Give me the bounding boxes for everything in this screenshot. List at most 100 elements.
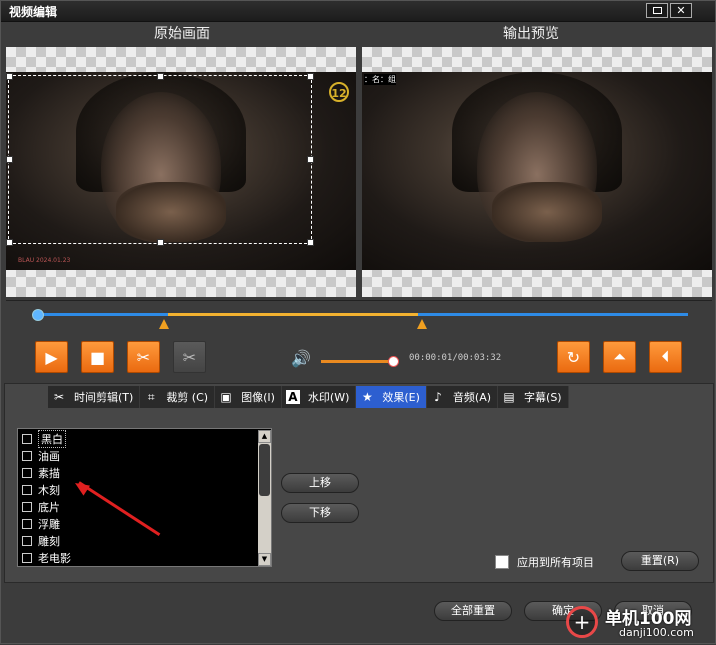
volume-icon[interactable]: 🔊: [291, 349, 311, 368]
effect-checkbox[interactable]: [22, 536, 32, 546]
output-video-hand: [492, 182, 602, 242]
crop-handle-t[interactable]: [157, 73, 164, 80]
crop-selection-box[interactable]: [6, 73, 314, 246]
output-video-frame: [362, 72, 712, 270]
flip-horizontal-icon: ⏶: [613, 347, 626, 366]
effect-label: 木刻: [38, 484, 60, 497]
volume-knob[interactable]: [388, 356, 399, 367]
split-button[interactable]: ✂: [173, 341, 206, 373]
tab-label: 水印(W): [307, 391, 350, 404]
flip-horizontal-button[interactable]: ⏶: [603, 341, 636, 373]
tab-effects[interactable]: ★ 效果(E): [356, 386, 427, 408]
move-down-button[interactable]: 下移: [281, 503, 359, 523]
tab-crop[interactable]: ⌗ 裁剪 (C): [140, 386, 216, 408]
stop-icon: ■: [89, 347, 106, 367]
crop-handle-b[interactable]: [157, 239, 164, 246]
list-item[interactable]: 木刻: [22, 482, 60, 498]
crop-handle-l[interactable]: [6, 156, 13, 163]
reset-all-button[interactable]: 全部重置: [434, 601, 512, 621]
close-icon: ✕: [676, 4, 686, 17]
output-preview: ：名：组: [362, 47, 712, 297]
tab-label: 音频(A): [452, 391, 492, 404]
volume-slider[interactable]: [321, 360, 393, 363]
move-up-button[interactable]: 上移: [281, 473, 359, 493]
flip-vertical-icon: ⏴: [661, 347, 670, 366]
effect-checkbox[interactable]: [22, 553, 32, 563]
list-item[interactable]: 油画: [22, 448, 60, 464]
maximize-button[interactable]: [646, 3, 668, 18]
effect-label: 黑白: [38, 430, 66, 448]
tab-time-clip[interactable]: ✂ 时间剪辑(T): [48, 386, 141, 408]
effects-scrollbar[interactable]: ▲ ▼: [258, 430, 271, 566]
tab-audio[interactable]: ♪ 音频(A): [427, 386, 499, 408]
effect-label: 雕刻: [38, 535, 60, 548]
tab-label: 图像(I): [241, 391, 275, 404]
reset-button[interactable]: 重置(R): [621, 551, 699, 571]
effect-label: 老电影: [38, 552, 71, 565]
list-item[interactable]: 老电影: [22, 550, 71, 566]
output-label: 输出预览: [503, 26, 559, 42]
play-icon: ▶: [45, 347, 58, 367]
list-item[interactable]: 浮雕: [22, 516, 60, 532]
scissors-disabled-icon: ✂: [182, 347, 197, 367]
watermark-icon: A: [285, 390, 300, 404]
effect-label: 油画: [38, 450, 60, 463]
timeline-selection[interactable]: [168, 313, 418, 316]
site-url: danji100.com: [619, 626, 694, 639]
rotate-button[interactable]: ↻: [557, 341, 590, 373]
stop-button[interactable]: ■: [81, 341, 114, 373]
apply-all-option[interactable]: 应用到所有项目: [495, 554, 594, 570]
flip-vertical-button[interactable]: ⏴: [649, 341, 682, 373]
star-icon: ★: [361, 390, 373, 404]
apply-all-checkbox[interactable]: [495, 555, 509, 569]
list-item[interactable]: 黑白: [22, 430, 66, 448]
apply-all-label: 应用到所有项目: [517, 556, 594, 569]
music-note-icon: ♪: [434, 390, 442, 404]
tab-image[interactable]: ▣ 图像(I): [215, 386, 282, 408]
crop-handle-br[interactable]: [307, 239, 314, 246]
plus-logo-icon: +: [566, 606, 598, 638]
divider: [6, 300, 712, 301]
window-title: 视频编辑: [9, 5, 58, 19]
original-label: 原始画面: [154, 26, 210, 42]
subtitle-icon: ▤: [503, 390, 515, 404]
crop-handle-bl[interactable]: [6, 239, 13, 246]
timecode: 00:00:01/00:03:32: [409, 353, 502, 363]
effect-checkbox[interactable]: [22, 434, 32, 444]
tab-label: 效果(E): [382, 391, 420, 404]
scroll-down-button[interactable]: ▼: [258, 553, 271, 566]
tab-label: 字幕(S): [524, 391, 562, 404]
tab-subtitle[interactable]: ▤ 字幕(S): [498, 386, 569, 408]
maximize-icon: [652, 7, 662, 14]
scroll-up-button[interactable]: ▲: [258, 430, 271, 443]
site-watermark: + 单机100网 danji100.com: [561, 601, 716, 645]
tab-bar: ✂ 时间剪辑(T) ⌗ 裁剪 (C) ▣ 图像(I) A 水印(W) ★ 效果(E) ♪ 音…: [48, 386, 569, 408]
close-button[interactable]: ✕: [670, 3, 692, 18]
effect-checkbox[interactable]: [22, 451, 32, 461]
effect-checkbox[interactable]: [22, 468, 32, 478]
effect-label: 底片: [38, 501, 60, 514]
cut-button[interactable]: ✂: [127, 341, 160, 373]
effects-list[interactable]: 黑白 油画 素描 木刻 底片 浮雕 雕刻 老电影: [17, 428, 272, 567]
list-item[interactable]: 雕刻: [22, 533, 60, 549]
effect-label: 素描: [38, 467, 60, 480]
video-edit-window: 视频编辑 ✕ 原始画面 输出预览 12 BLAU 2024.01.23 ：名：组…: [0, 0, 716, 644]
crop-handle-tr[interactable]: [307, 73, 314, 80]
scroll-thumb[interactable]: [259, 444, 270, 496]
original-preview[interactable]: 12 BLAU 2024.01.23: [6, 47, 356, 297]
effect-checkbox[interactable]: [22, 485, 32, 495]
title-bar[interactable]: 视频编辑 ✕: [1, 1, 715, 22]
crop-handle-tl[interactable]: [6, 73, 13, 80]
effect-label: 浮雕: [38, 518, 60, 531]
end-marker[interactable]: [417, 319, 427, 329]
output-caption: ：名：组: [364, 74, 396, 85]
effect-checkbox[interactable]: [22, 502, 32, 512]
start-marker[interactable]: [159, 319, 169, 329]
playhead-knob[interactable]: [32, 309, 44, 321]
effect-checkbox[interactable]: [22, 519, 32, 529]
play-button[interactable]: ▶: [35, 341, 68, 373]
list-item[interactable]: 底片: [22, 499, 60, 515]
crop-handle-r[interactable]: [307, 156, 314, 163]
tab-watermark[interactable]: A 水印(W): [282, 386, 357, 408]
list-item[interactable]: 素描: [22, 465, 60, 481]
